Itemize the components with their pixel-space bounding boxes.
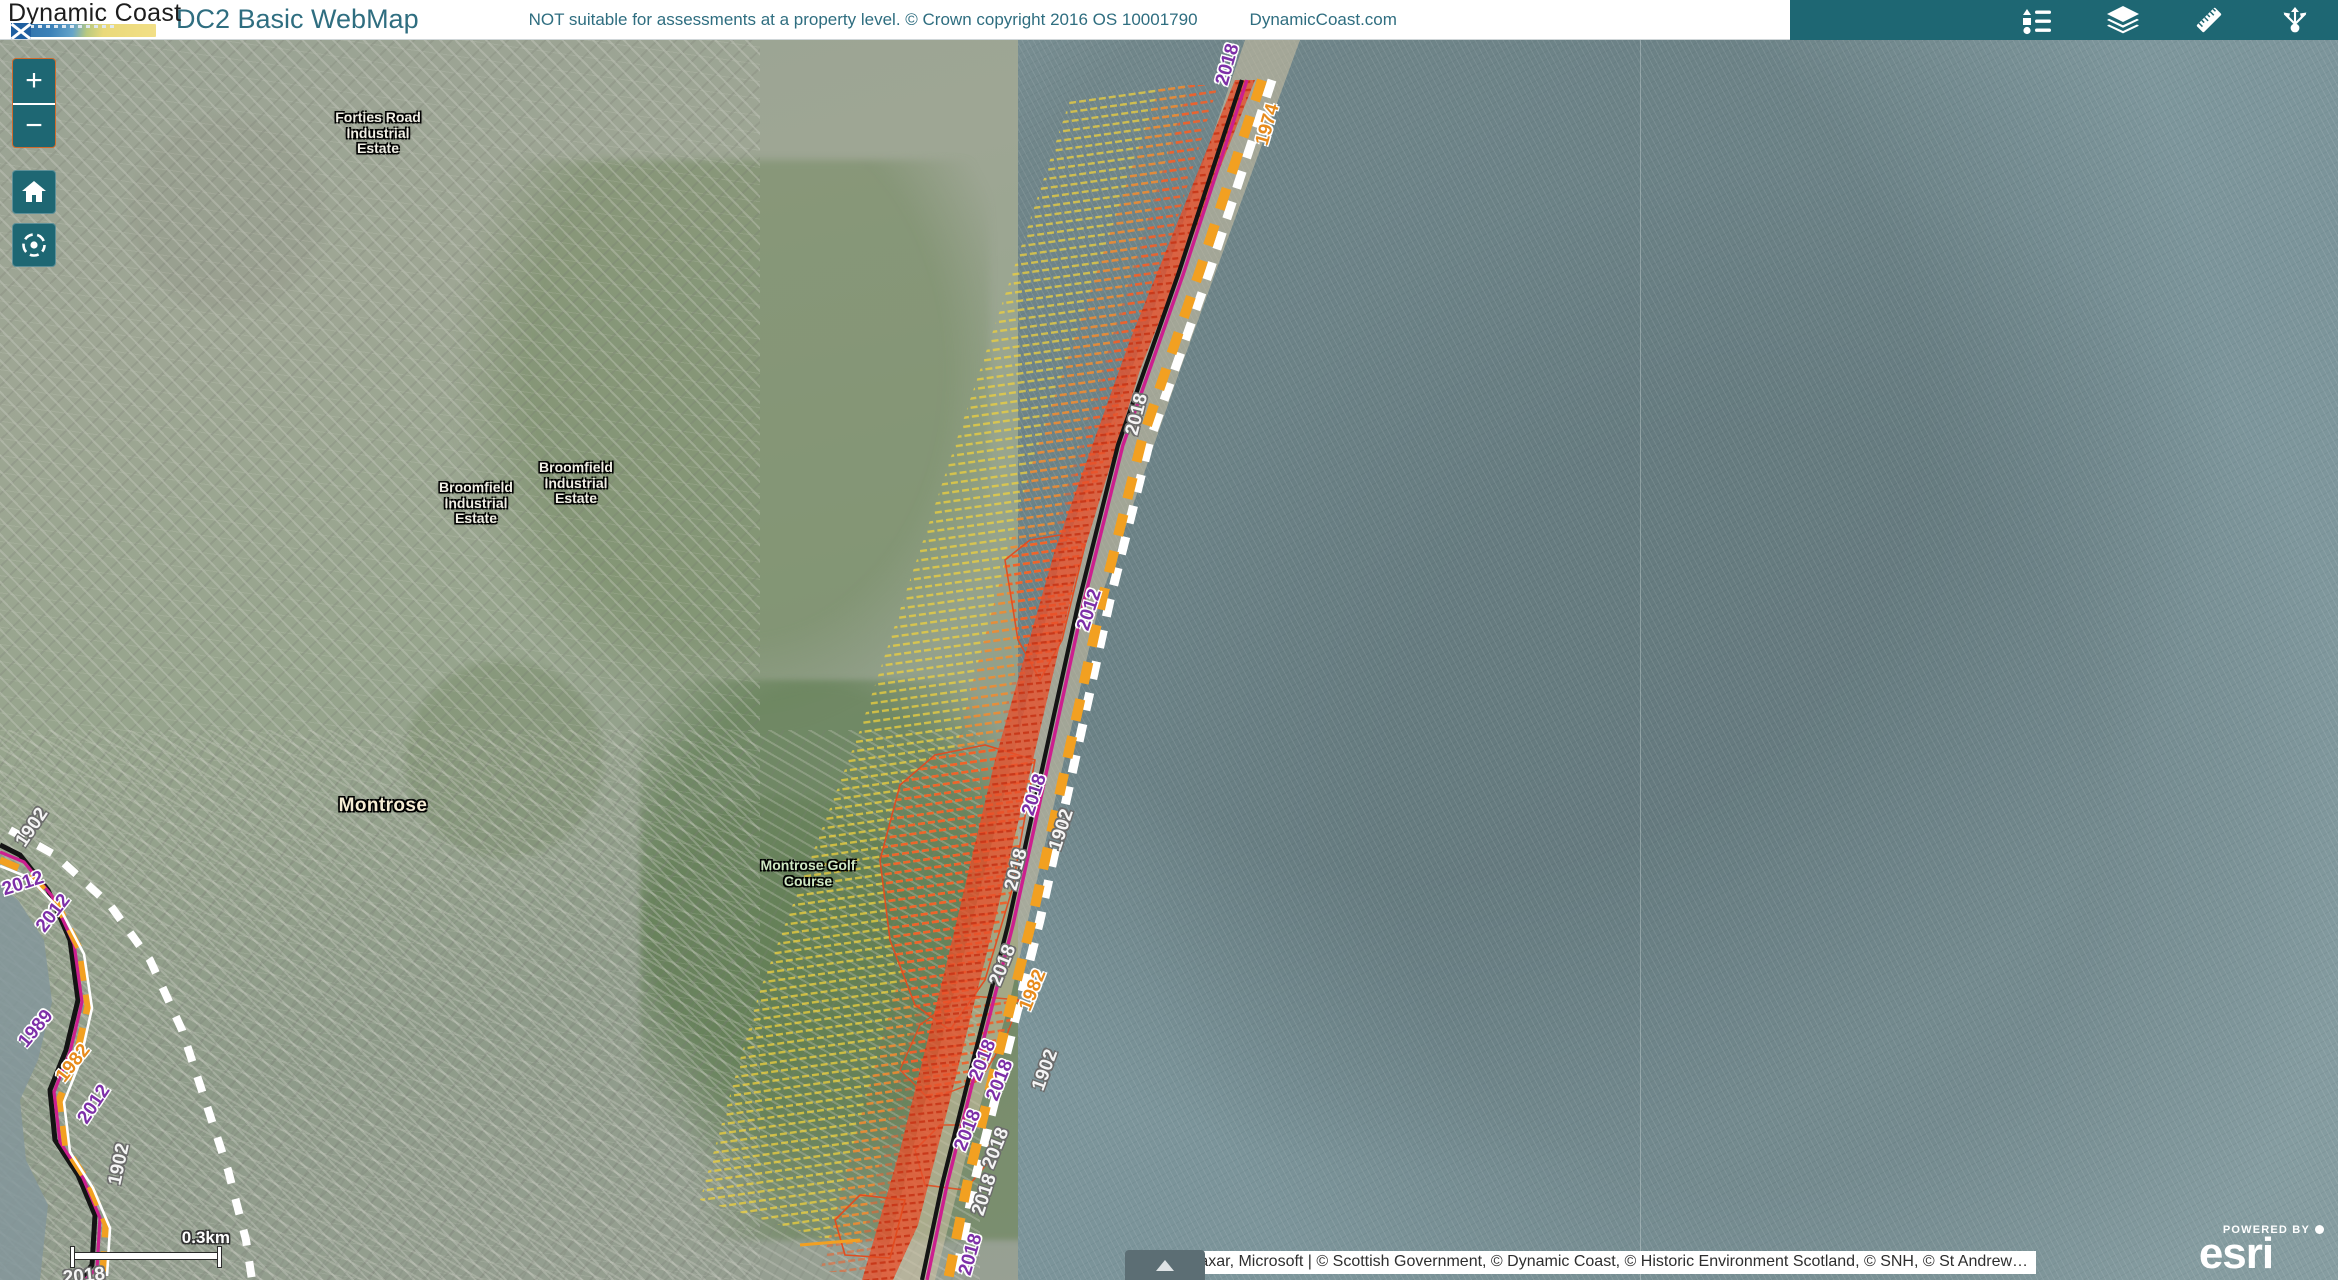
map-viewport[interactable]: Forties Road Industrial Estate Broomfield In… bbox=[0, 40, 2338, 1280]
zoom-in-button[interactable]: + bbox=[13, 59, 55, 103]
zoom-out-button[interactable]: − bbox=[13, 103, 55, 147]
attribution-text: Maxar, Microsoft | © Scottish Government… bbox=[1178, 1251, 2037, 1274]
urban-texture-south bbox=[0, 730, 980, 1280]
measure-icon[interactable] bbox=[2190, 1, 2228, 39]
webmap-app: Dynamic Coast DC2 Basic WebMap NOT suita… bbox=[0, 0, 2338, 1280]
home-icon bbox=[22, 181, 46, 202]
dynamiccoast-link[interactable]: DynamicCoast.com bbox=[1250, 10, 1397, 30]
header-tool-group bbox=[1790, 0, 2338, 40]
app-header: Dynamic Coast DC2 Basic WebMap NOT suita… bbox=[0, 0, 2338, 40]
sea-texture bbox=[1018, 40, 2338, 1280]
dynamic-coast-logo[interactable]: Dynamic Coast bbox=[6, 0, 181, 39]
page-title: DC2 Basic WebMap bbox=[176, 4, 419, 34]
logo-gradient-band bbox=[18, 23, 156, 37]
basemap-imagery bbox=[0, 40, 2338, 1280]
legend-icon[interactable] bbox=[2018, 1, 2056, 39]
layers-icon[interactable] bbox=[2104, 1, 2142, 39]
header-title-bar: Dynamic Coast DC2 Basic WebMap NOT suita… bbox=[0, 0, 1790, 40]
chevron-up-icon bbox=[1156, 1259, 1174, 1271]
disclaimer-text: NOT suitable for assessments at a proper… bbox=[528, 9, 1198, 29]
home-button[interactable] bbox=[12, 170, 56, 214]
zoom-control-group: + − bbox=[12, 58, 56, 148]
attribution-toggle-button[interactable] bbox=[1125, 1250, 1205, 1280]
locate-button[interactable] bbox=[12, 223, 56, 267]
imagery-tile-seam bbox=[1640, 40, 1641, 1280]
saltire-flag-icon bbox=[11, 22, 31, 39]
share-icon[interactable] bbox=[2276, 1, 2314, 39]
crosshair-icon bbox=[22, 233, 46, 257]
